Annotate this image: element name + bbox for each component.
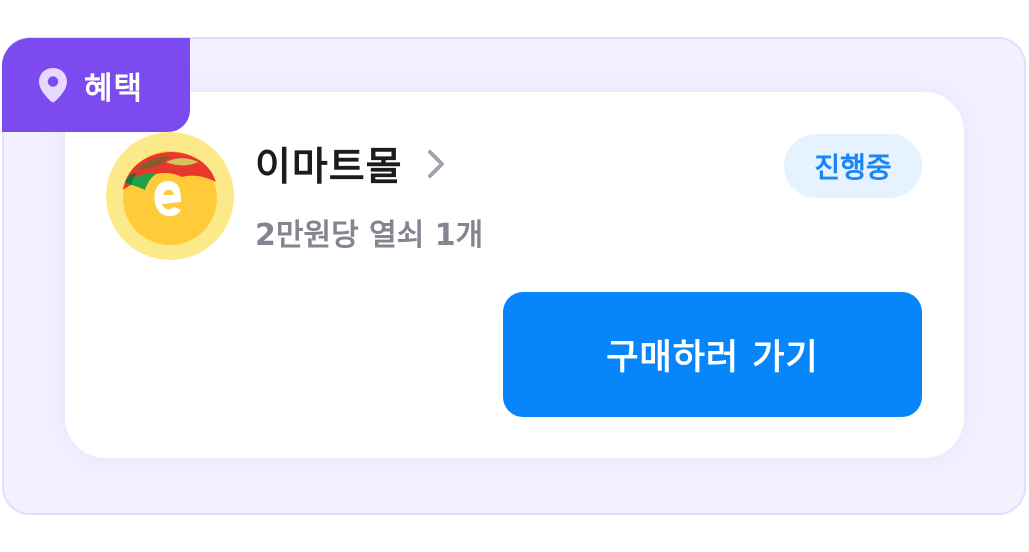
benefit-tag: 혜택: [2, 38, 190, 132]
store-name[interactable]: 이마트몰: [255, 136, 403, 192]
go-to-purchase-button[interactable]: 구매하러 가기: [503, 292, 922, 417]
offer-description: 2만원당 열쇠 1개: [255, 218, 484, 253]
chevron-right-icon[interactable]: [425, 148, 447, 180]
status-badge: 진행중: [784, 134, 922, 198]
store-offer-card: 이마트몰 2만원당 열쇠 1개 진행중 구매하러 가기: [65, 92, 964, 458]
location-pin-icon: [39, 68, 67, 103]
benefit-tag-label: 혜택: [84, 70, 144, 107]
emart-logo: [106, 132, 234, 260]
store-title-row[interactable]: 이마트몰: [255, 136, 447, 192]
